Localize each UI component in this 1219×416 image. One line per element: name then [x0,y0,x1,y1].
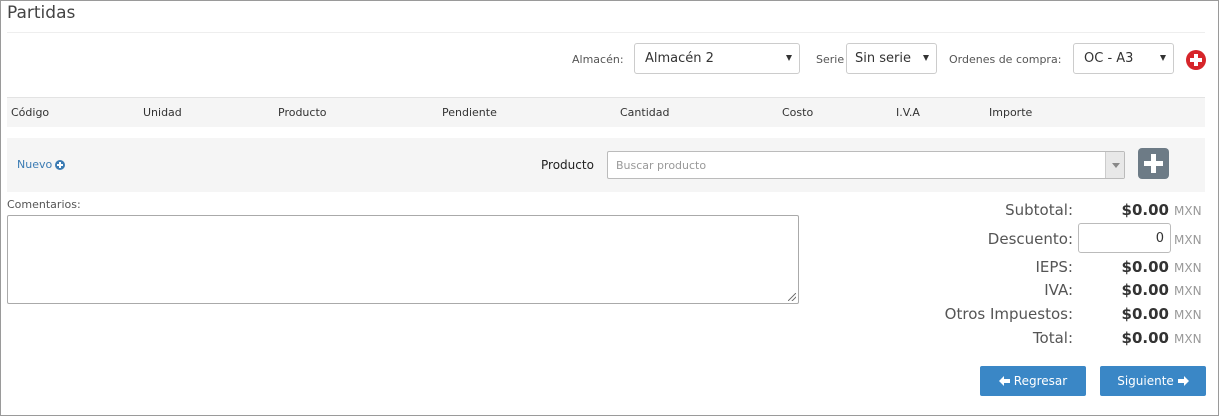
column-header-producto: Producto [278,106,327,119]
serie-label: Serie [816,53,845,66]
product-search-input[interactable] [608,152,1104,178]
page-title: Partidas [7,3,76,23]
resize-grip-icon[interactable] [788,293,796,301]
almacen-select[interactable]: Almacén 2 [634,43,800,74]
total-currency: MXN [1174,332,1202,346]
ieps-currency: MXN [1174,261,1202,275]
comentarios-textarea[interactable] [7,215,799,304]
otros-impuestos-label: Otros Impuestos: [944,305,1073,323]
almacen-label: Almacén: [572,53,624,66]
chevron-down-icon [923,55,929,61]
almacen-select-value: Almacén 2 [645,51,714,66]
subtotal-currency: MXN [1174,204,1202,218]
iva-currency: MXN [1174,284,1202,298]
siguiente-label: Siguiente [1117,374,1174,388]
arrow-left-icon [998,376,1010,386]
total-label: Total: [1032,329,1073,347]
column-header-pendiente: Pendiente [442,106,497,119]
siguiente-button[interactable]: Siguiente [1100,366,1206,396]
subtotal-value: $0.00 [1121,201,1169,219]
otros-impuestos-currency: MXN [1174,308,1202,322]
comentarios-label: Comentarios: [7,198,81,211]
table-header: Código Unidad Producto Pendiente Cantida… [7,97,1205,127]
iva-label: IVA: [1044,281,1073,299]
chevron-down-icon [786,55,792,61]
nuevo-link[interactable]: Nuevo [17,158,66,171]
column-header-iva: I.V.A [896,106,920,119]
arrow-right-icon [1177,376,1189,386]
column-header-costo: Costo [782,106,814,119]
chevron-down-icon [1160,55,1166,61]
column-header-importe: Importe [989,106,1033,119]
ieps-label: IEPS: [1035,258,1073,276]
descuento-currency: MXN [1174,233,1202,247]
column-header-codigo: Código [11,106,50,119]
descuento-input[interactable] [1078,223,1171,253]
partidas-panel: Partidas Almacén: Almacén 2 Serie Sin se… [0,0,1219,416]
ordenes-label: Ordenes de compra: [949,53,1062,66]
producto-label: Producto [541,158,594,172]
subtotal-label: Subtotal: [1005,201,1073,219]
regresar-label: Regresar [1013,374,1068,388]
ordenes-select[interactable]: OC - A3 [1073,43,1174,74]
descuento-label: Descuento: [987,230,1073,248]
total-value: $0.00 [1121,329,1169,347]
serie-select[interactable]: Sin serie [846,43,937,74]
serie-select-value: Sin serie [855,51,911,66]
add-product-button[interactable] [1138,148,1169,179]
column-header-cantidad: Cantidad [620,106,670,119]
iva-value: $0.00 [1121,281,1169,299]
chevron-down-icon[interactable] [1105,152,1124,178]
plus-circle-icon [55,159,66,170]
product-search-combo[interactable] [607,151,1125,179]
ordenes-select-value: OC - A3 [1084,51,1134,66]
ieps-value: $0.00 [1121,258,1169,276]
add-order-plus-icon[interactable] [1186,50,1206,70]
title-divider [7,32,1205,33]
column-header-unidad: Unidad [143,106,182,119]
nuevo-label: Nuevo [17,158,53,171]
new-item-row: Nuevo Producto [7,138,1205,192]
otros-impuestos-value: $0.00 [1121,305,1169,323]
regresar-button[interactable]: Regresar [980,366,1086,396]
